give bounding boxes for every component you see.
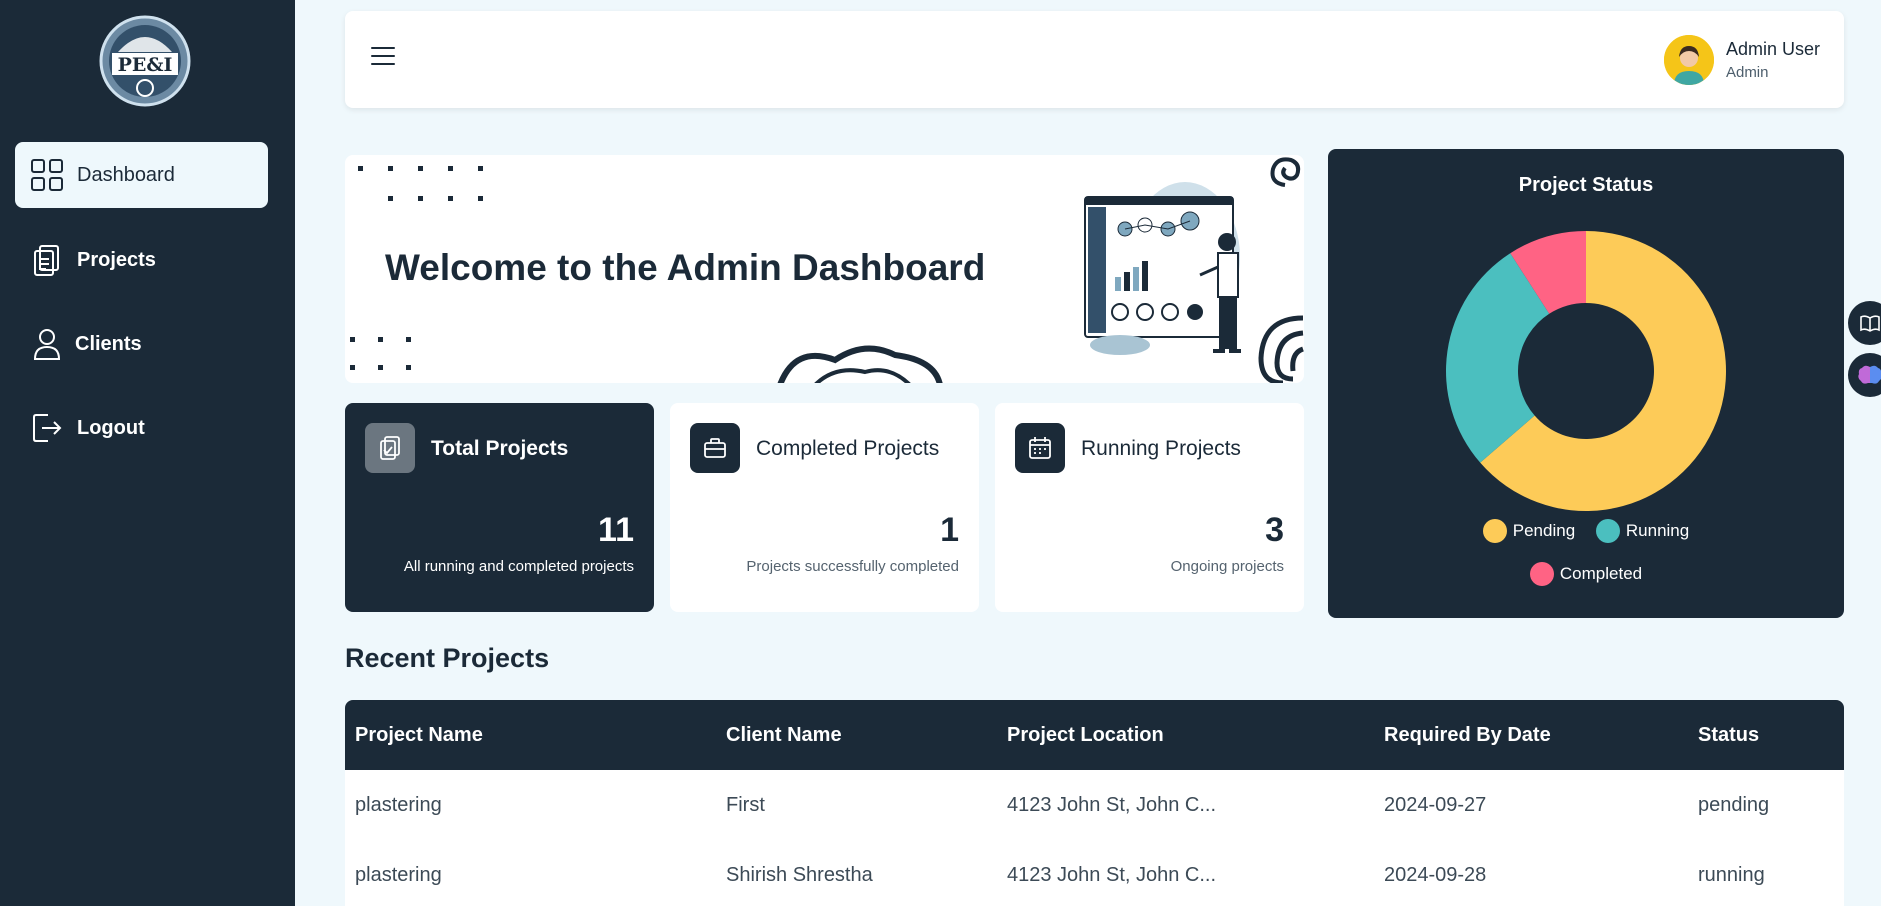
column-header[interactable]: Project Location bbox=[1007, 700, 1164, 770]
running-projects-card[interactable]: Running Projects 3 Ongoing projects bbox=[995, 403, 1304, 612]
sidebar-item-label: Dashboard bbox=[77, 163, 175, 186]
decorative-spiral bbox=[1270, 157, 1301, 187]
ai-brain-icon[interactable] bbox=[1848, 353, 1881, 397]
card-title: Running Projects bbox=[1081, 437, 1241, 460]
table-cell: First bbox=[726, 794, 765, 816]
sidebar-item-label: Projects bbox=[77, 248, 156, 271]
welcome-banner: Welcome to the Admin Dashboard bbox=[345, 155, 1304, 383]
column-header[interactable]: Required By Date bbox=[1384, 700, 1551, 770]
sidebar-item-dashboard[interactable]: Dashboard bbox=[15, 142, 268, 208]
legend-swatch bbox=[1595, 519, 1620, 543]
company-logo[interactable]: PE&I bbox=[98, 14, 192, 108]
table-row[interactable]: plastering Shirish Shrestha 4123 John St… bbox=[345, 840, 1844, 906]
legend-swatch bbox=[1529, 562, 1554, 586]
welcome-title: Welcome to the Admin Dashboard bbox=[385, 247, 986, 288]
sidebar-item-logout[interactable]: Logout bbox=[15, 395, 268, 461]
user-menu[interactable]: Admin User Admin bbox=[1663, 35, 1820, 85]
chart-legend-row-2: Completed bbox=[1328, 562, 1844, 591]
project-status-chart: Project Status Pending Running Completed bbox=[1328, 149, 1844, 618]
card-value: 3 bbox=[1265, 511, 1284, 549]
chart-title: Project Status bbox=[1518, 174, 1654, 196]
top-header: Admin User Admin bbox=[345, 11, 1844, 108]
table-cell: plastering bbox=[355, 794, 442, 816]
chart-legend-row-1: Pending Running bbox=[1328, 519, 1844, 548]
table-header: Project Name Client Name Project Locatio… bbox=[345, 700, 1844, 770]
legend-item-completed[interactable]: Completed bbox=[1529, 562, 1643, 586]
column-header[interactable]: Client Name bbox=[726, 700, 842, 770]
column-header[interactable]: Project Name bbox=[355, 700, 483, 770]
card-description: All running and completed projects bbox=[403, 558, 634, 575]
recent-projects-title: Recent Projects bbox=[345, 643, 550, 673]
table-cell: plastering bbox=[355, 864, 442, 886]
table-cell: Shirish Shrestha bbox=[726, 864, 873, 886]
logout-icon bbox=[29, 410, 65, 446]
table-cell: running bbox=[1698, 864, 1765, 886]
calendar-icon bbox=[1015, 423, 1065, 473]
legend-label: Pending bbox=[1512, 521, 1576, 540]
sidebar-item-clients[interactable]: Clients bbox=[15, 311, 268, 377]
sidebar-item-projects[interactable]: Projects bbox=[15, 227, 268, 293]
table-cell: 4123 John St, John C... bbox=[1007, 864, 1217, 886]
card-description: Ongoing projects bbox=[1170, 558, 1284, 575]
grid-icon bbox=[29, 157, 65, 193]
legend-label: Running bbox=[1625, 521, 1690, 540]
legend-label: Completed bbox=[1559, 564, 1643, 583]
user-role: Admin bbox=[1725, 64, 1769, 81]
card-title: Total Projects bbox=[431, 437, 569, 460]
column-header[interactable]: Status bbox=[1698, 700, 1759, 770]
table-row[interactable]: plastering First 4123 John St, John C...… bbox=[345, 770, 1844, 840]
briefcase-icon bbox=[690, 423, 740, 473]
legend-item-pending[interactable]: Pending bbox=[1482, 519, 1576, 543]
clipboard-icon bbox=[29, 242, 65, 278]
completed-projects-card[interactable]: Completed Projects 1 Projects successful… bbox=[670, 403, 979, 612]
menu-toggle-icon[interactable] bbox=[371, 47, 395, 69]
card-value: 1 bbox=[940, 511, 959, 549]
user-icon bbox=[29, 326, 65, 362]
sidebar-item-label: Clients bbox=[75, 332, 142, 355]
card-description: Projects successfully completed bbox=[746, 558, 959, 575]
table-cell: 2024-09-27 bbox=[1384, 794, 1487, 816]
total-projects-card[interactable]: Total Projects 11 All running and comple… bbox=[345, 403, 654, 612]
table-cell: 2024-09-28 bbox=[1384, 864, 1487, 886]
clipboard-check-icon bbox=[365, 423, 415, 473]
legend-item-running[interactable]: Running bbox=[1595, 519, 1690, 543]
reader-icon[interactable] bbox=[1848, 301, 1881, 345]
card-title: Completed Projects bbox=[756, 437, 940, 460]
table-cell: pending bbox=[1698, 794, 1770, 816]
table-cell: 4123 John St, John C... bbox=[1007, 794, 1217, 816]
legend-swatch bbox=[1482, 519, 1507, 543]
sidebar-item-label: Logout bbox=[77, 416, 145, 439]
recent-projects-table: Project Name Client Name Project Locatio… bbox=[345, 700, 1844, 906]
user-name: Admin User bbox=[1725, 39, 1820, 59]
card-value: 11 bbox=[598, 511, 634, 549]
decorative-swirl bbox=[777, 345, 943, 383]
svg-text:PE&I: PE&I bbox=[118, 54, 173, 76]
avatar bbox=[1663, 35, 1714, 85]
dashboard-illustration bbox=[1084, 182, 1241, 355]
sidebar: PE&I Dashboard Projects Clients Logout bbox=[0, 0, 295, 906]
donut-chart bbox=[1446, 231, 1726, 511]
